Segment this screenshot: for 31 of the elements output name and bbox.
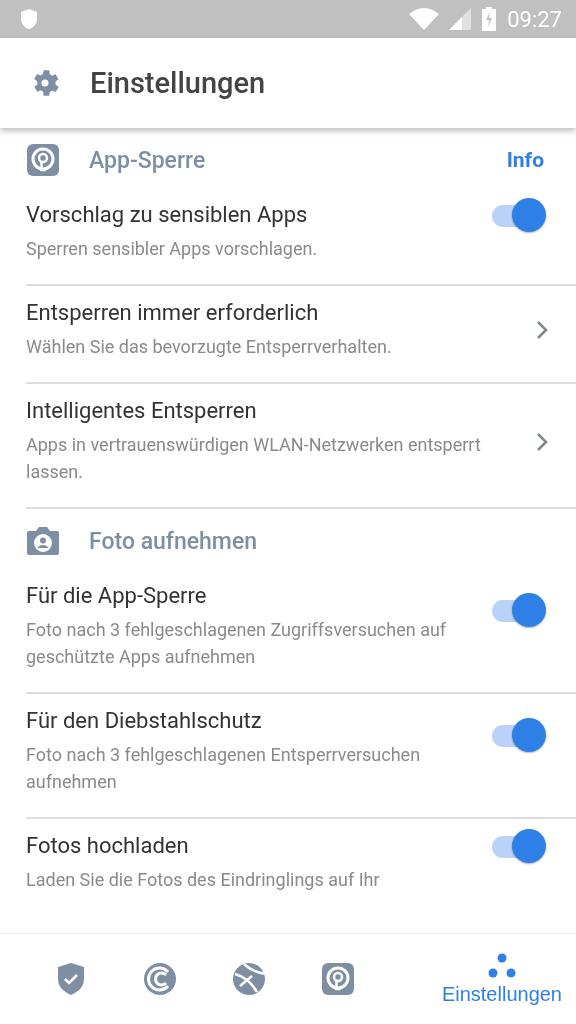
section-title: Foto aufnehmen (89, 527, 258, 555)
setting-title: Fotos hochladen (26, 833, 190, 858)
page-title: Einstellungen (90, 66, 266, 100)
setting-title: Intelligentes Entsperren (26, 398, 258, 423)
padlock-icon (320, 962, 355, 996)
ball-icon (231, 962, 266, 996)
chevron-right-icon (536, 431, 548, 452)
dots-icon (487, 952, 516, 979)
setting-title: Vorschlag zu sensiblen Apps (26, 202, 309, 227)
nav-tab[interactable]: Einstellungen (441, 952, 562, 1006)
shield-icon (20, 8, 38, 30)
camera-icon (26, 525, 60, 557)
setting-title: Entsperren immer erforderlich (26, 300, 320, 325)
shield-check-icon (56, 962, 85, 996)
setting-description: Laden Sie die Fotos des Eindringlings auf Ihr (26, 868, 381, 892)
setting-title: Für die App-Sperre (26, 583, 208, 608)
setting-description: Apps in vertrauenswürdigen WLAN-Netzwerken entsperrt lassen. (26, 433, 482, 484)
wifi-icon (409, 8, 440, 30)
battery-icon (481, 7, 498, 31)
info-link[interactable]: Info (506, 148, 544, 172)
setting-description: Foto nach 3 fehlgeschlagenen Entsperrversuchen aufnehmen (26, 743, 422, 794)
setting-description: Wählen Sie das bevorzugte Entsperrverhalten. (26, 335, 393, 359)
c-circle-icon (142, 962, 177, 996)
setting-title: Für den Diebstahlschutz (26, 708, 263, 733)
section-title: App-Sperre (89, 146, 207, 174)
chevron-right-icon (536, 320, 548, 340)
status-time: 09:27 (507, 6, 562, 32)
setting-description: Sperren sensibler Apps vorschlagen. (26, 237, 319, 261)
signal-icon (449, 8, 472, 30)
setting-description: Foto nach 3 fehlgeschlagenen Zugriffsversuchen auf geschützte Apps aufnehmen (26, 618, 448, 669)
padlock-icon (26, 143, 60, 177)
